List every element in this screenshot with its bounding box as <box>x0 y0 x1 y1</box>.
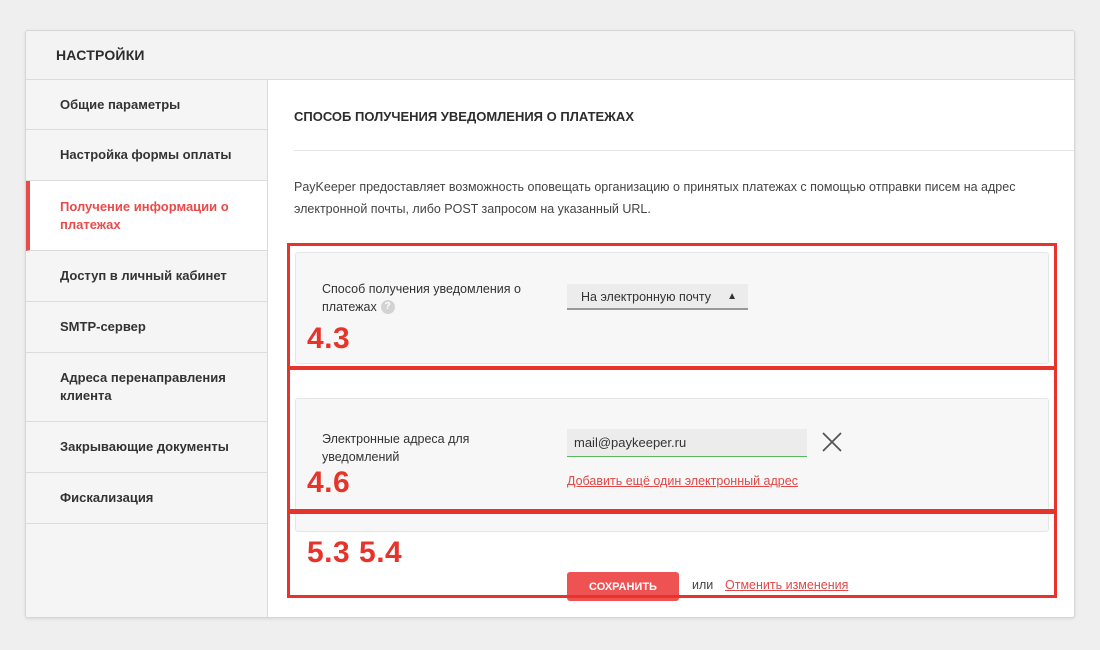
annotation-label-4-6: 4.6 <box>307 466 351 499</box>
page-title: НАСТРОЙКИ <box>56 47 145 63</box>
sidebar-item-label: Общие параметры <box>60 96 181 112</box>
panel-header: НАСТРОЙКИ <box>26 31 1074 80</box>
sidebar-item-label: SMTP-сервер <box>60 319 146 334</box>
method-label-text: Способ получения уведомления о платежах <box>322 282 521 314</box>
sidebar-item-label: Доступ в личный кабинет <box>60 268 227 283</box>
method-field-label: Способ получения уведомления о платежах? <box>322 280 552 316</box>
email-field-row: Электронные адреса для уведомлений Добав… <box>295 398 1049 532</box>
sidebar-item-smtp[interactable]: SMTP-сервер <box>26 302 267 353</box>
question-icon[interactable]: ? <box>380 300 395 314</box>
email-field-label: Электронные адреса для уведомлений <box>322 432 470 464</box>
method-field-row: Способ получения уведомления о платежах?… <box>295 252 1049 364</box>
cancel-link[interactable]: Отменить изменения <box>725 578 848 592</box>
sidebar-item-label: Получение информации о платежах <box>60 198 229 232</box>
or-text: или <box>692 578 714 592</box>
sidebar-item-label: Настройка формы оплаты <box>60 147 232 162</box>
sidebar-item-general[interactable]: Общие параметры <box>26 80 267 130</box>
method-select[interactable]: На электронную почту ▲ <box>567 284 748 310</box>
sidebar-item-account-access[interactable]: Доступ в личный кабинет <box>26 251 267 302</box>
email-input[interactable] <box>567 429 807 457</box>
settings-panel: НАСТРОЙКИ Общие параметры Настройка форм… <box>25 30 1075 618</box>
section-title: СПОСОБ ПОЛУЧЕНИЯ УВЕДОМЛЕНИЯ О ПЛАТЕЖАХ <box>294 109 634 124</box>
divider <box>294 150 1074 151</box>
sidebar-item-payment-form[interactable]: Настройка формы оплаты <box>26 130 267 181</box>
sidebar-item-label: Фискализация <box>60 490 154 505</box>
sidebar-item-redirect[interactable]: Адреса перенаправления клиента <box>26 353 267 422</box>
close-icon[interactable] <box>820 430 844 454</box>
method-select-value: На электронную почту <box>581 290 712 304</box>
sidebar-item-label: Адреса перенаправления клиента <box>60 370 226 403</box>
sidebar-item-payment-info[interactable]: Получение информации о платежах <box>26 181 267 251</box>
annotation-label-5-3-5-4: 5.3 5.4 <box>307 536 403 569</box>
sidebar-item-fiscal[interactable]: Фискализация <box>26 473 267 524</box>
save-button[interactable]: СОХРАНИТЬ <box>567 572 679 601</box>
sidebar-item-closing-docs[interactable]: Закрывающие документы <box>26 422 267 473</box>
annotation-label-4-3: 4.3 <box>307 322 351 355</box>
select-arrows-icon: ▲ <box>727 291 737 302</box>
intro-text: PayKeeper предоставляет возможность опов… <box>294 180 1016 216</box>
sidebar-item-label: Закрывающие документы <box>60 439 229 454</box>
add-email-link[interactable]: Добавить ещё один электронный адрес <box>567 474 798 488</box>
sidebar: Общие параметры Настройка формы оплаты П… <box>26 80 268 617</box>
